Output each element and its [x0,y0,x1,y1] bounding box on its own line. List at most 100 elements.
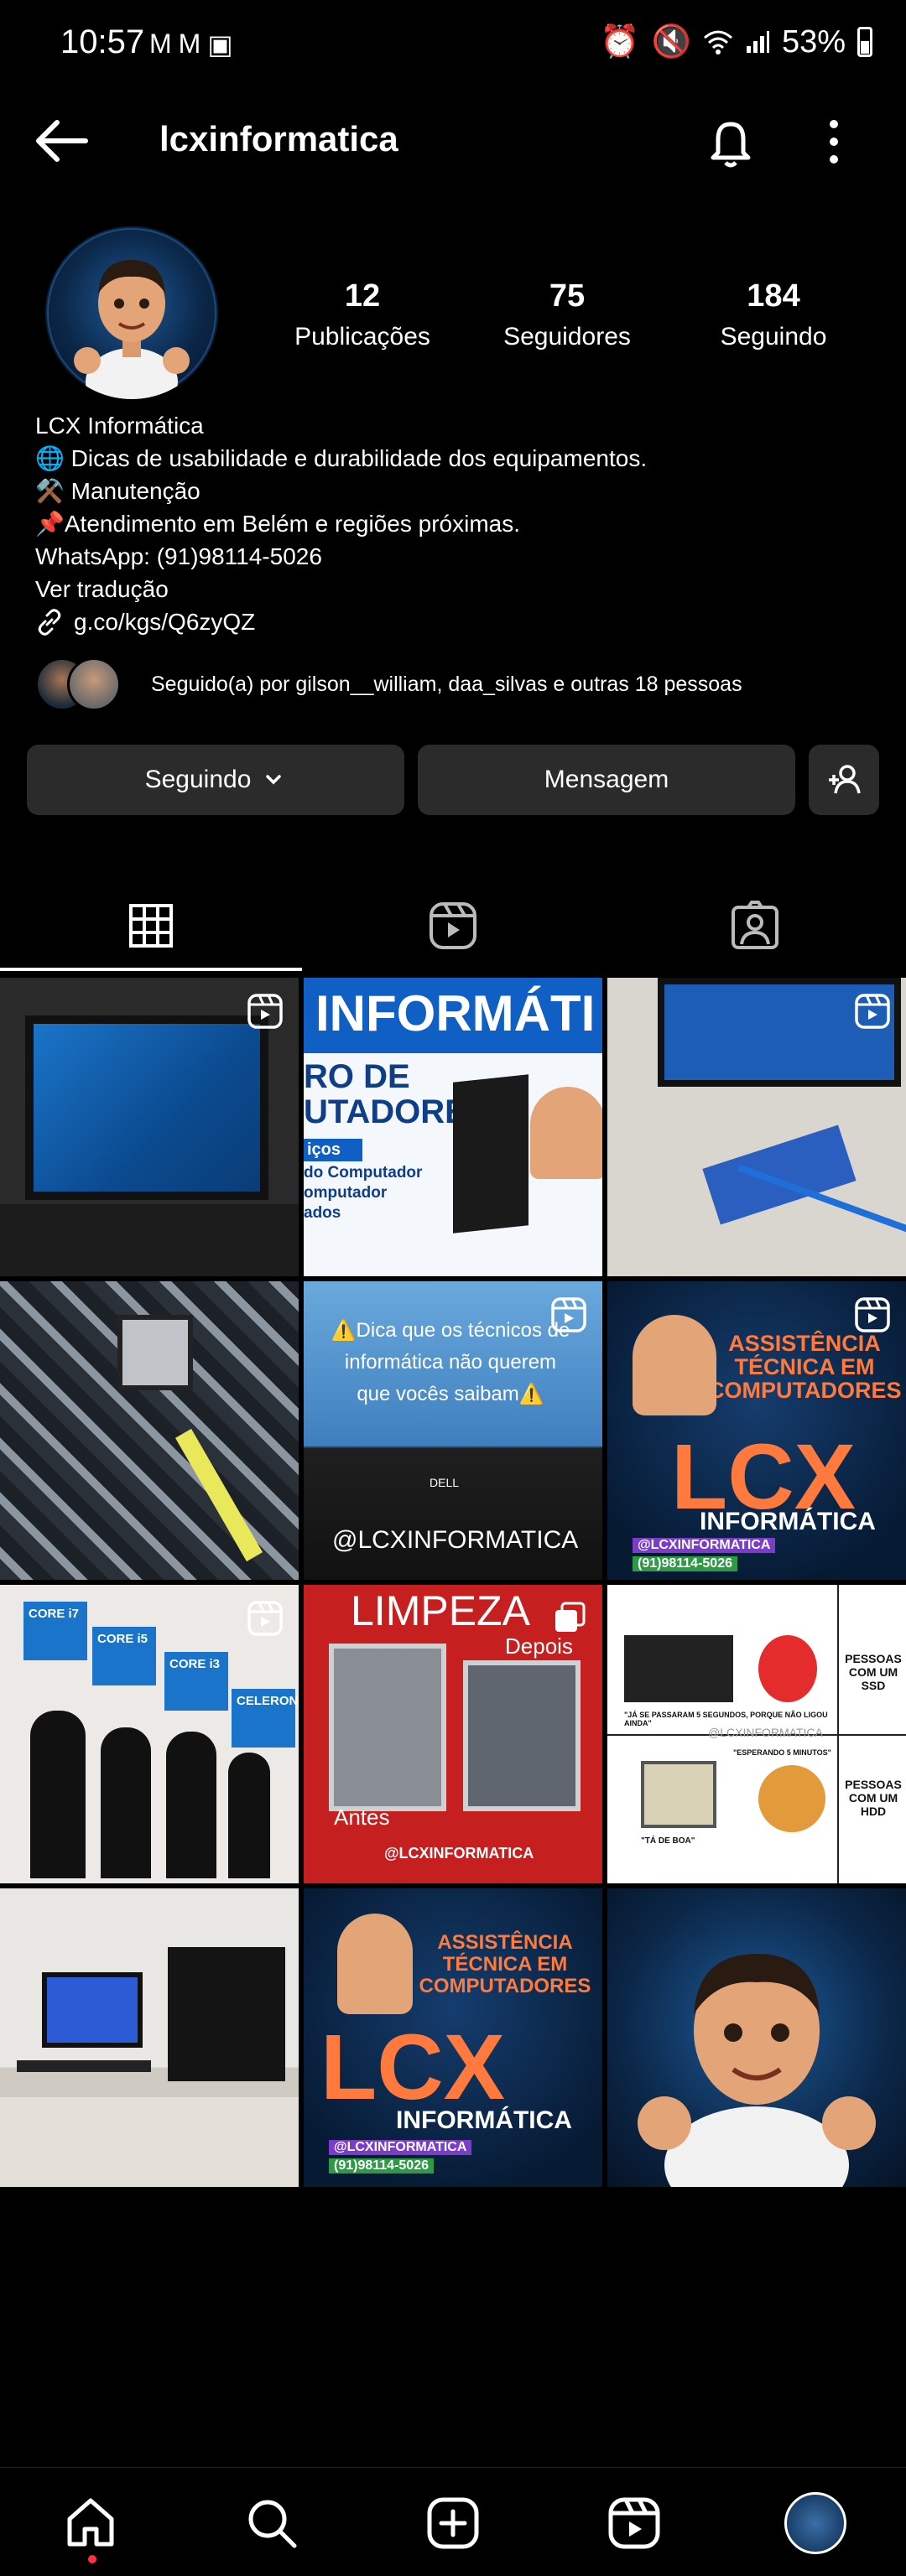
post-thumbnail[interactable]: CORE i7 CORE i5 CORE i3 CELERON [0,1585,299,1883]
post-handle: @LCXINFORMATICA [332,1526,579,1554]
tab-reels[interactable] [302,880,604,971]
brush [174,1428,263,1562]
laptop-keyboard [0,1204,299,1276]
bio-link-text[interactable]: g.co/kgs/Q6zyQZ [74,605,255,638]
post-thumbnail[interactable]: ASSISTÊNCIA TÉCNICA EM COMPUTADORES LCX … [607,1281,906,1580]
avatar-illustration [47,228,216,399]
nav-profile[interactable] [784,2491,847,2555]
post-thumbnail[interactable]: INFORMÁTI RO DE UTADORES iços do Computa… [304,978,602,1276]
post-thumbnail[interactable]: ⚠️Dica que os técnicos de informática nã… [304,1281,602,1580]
back-arrow-icon[interactable] [32,116,91,166]
post-instagram: @LCXINFORMATICA [633,1538,776,1553]
cpu-socket [117,1315,193,1390]
gmail-icon: M [178,29,201,59]
mascot [530,1087,602,1179]
person [228,1753,270,1878]
followers-label: Seguidores [503,323,631,351]
following-button[interactable]: Seguindo [27,745,404,815]
post-thumbnail[interactable]: LIMPEZA Depois Antes @LCXINFORMATICA [304,1585,602,1883]
meme-quote: "TÁ DE BOA" [641,1836,695,1846]
post-thumbnail[interactable] [0,978,299,1276]
nav-home[interactable] [59,2491,122,2555]
status-time: 10:57 [60,23,145,60]
chip-label: CORE i3 [164,1652,228,1711]
post-caption: ASSISTÊNCIA TÉCNICA EM COMPUTADORES [708,1331,902,1403]
stat-posts[interactable]: 12 Publicações [270,278,455,351]
following-button-label: Seguindo [144,766,252,793]
follower-avatar [67,657,121,711]
nav-search[interactable] [240,2491,304,2555]
carousel-badge-icon [555,1602,586,1632]
see-translation-link[interactable]: Ver tradução [35,573,874,605]
post-instagram: @LCXINFORMATICA [329,2140,472,2155]
post-logo: LCX [320,2016,505,2119]
laptop-screen [25,1015,268,1200]
post-thumbnail[interactable] [0,1281,299,1580]
pc-case-after [463,1660,581,1811]
profile-avatar [784,2492,846,2554]
posts-count: 12 [344,278,381,314]
post-caption: ados [304,1204,341,1222]
post-caption: omputador [304,1184,388,1202]
suggest-people-button[interactable] [809,745,879,815]
meme-label: PESSOAS COM UM SSD [845,1652,902,1692]
battery-icon [857,27,872,57]
post-thumbnail[interactable]: PESSOAS COM UM SSD "JÁ SE PASSARAM 5 SEG… [607,1585,906,1883]
stat-followers[interactable]: 75 Seguidores [475,278,659,351]
post-thumbnail[interactable] [607,978,906,1276]
notification-dot [88,2555,96,2563]
reel-badge-icon [247,994,283,1029]
search-icon [248,2500,297,2548]
message-button-label: Mensagem [544,766,669,793]
followers-count: 75 [549,278,586,314]
gallery-icon: ▣ [207,29,233,60]
link-icon [38,608,61,636]
bio-line: 📌Atendimento em Belém e regiões próximas… [35,511,521,537]
profile-username: lcxinformatica [159,119,398,158]
tab-grid[interactable] [0,880,302,971]
home-icon [67,2498,114,2547]
profile-bio: LCX Informática 🌐 Dicas de usabilidade e… [35,409,874,638]
meme-watermark: @LCXINFORMATICA [708,1726,823,1739]
bio-name: LCX Informática [35,413,204,439]
bottom-navigation [0,2467,906,2576]
monitor [42,1972,143,2048]
reels-icon [608,2497,660,2549]
post-caption: RO DE [304,1058,410,1095]
angry-face [758,1635,817,1702]
bio-link[interactable]: g.co/kgs/Q6zyQZ [35,605,874,638]
add-person-icon [829,765,861,794]
notification-bell-icon[interactable] [701,112,760,171]
pc-tower [453,1074,528,1233]
reel-badge-icon [247,1601,283,1636]
post-phone: (91)98114-5026 [633,1556,737,1571]
post-thumbnail[interactable]: ASSISTÊNCIA TÉCNICA EM COMPUTADORES LCX … [304,1888,602,2187]
bio-whatsapp: WhatsApp: (91)98114-5026 [35,543,322,569]
person [30,1711,86,1878]
post-thumbnail[interactable] [0,1888,299,2187]
stat-following[interactable]: 184 Seguindo [681,278,866,351]
profile-header: lcxinformatica [0,101,906,181]
post-thumbnail[interactable] [607,1888,906,2187]
chip-label: CELERON [232,1689,298,1748]
following-label: Seguindo [720,323,827,351]
nav-create[interactable] [421,2491,485,2555]
post-caption: INFORMÁTI [304,978,602,1053]
followed-by[interactable]: Seguido(a) por gilson__william, daa_silv… [35,654,742,714]
more-options-icon[interactable] [809,112,859,171]
post-subtitle: INFORMÁTICA [700,1508,876,1535]
tab-tagged[interactable] [604,880,906,971]
bio-line: 🌐 Dicas de usabilidade e durabilidade do… [35,445,648,471]
pc-setup [624,1635,733,1702]
post-caption: do Computador [304,1164,423,1182]
nav-reels[interactable] [602,2491,666,2555]
profile-avatar[interactable] [45,226,218,399]
pc-case-before [329,1644,446,1811]
post-caption: iços [304,1139,362,1161]
post-caption: ASSISTÊNCIA TÉCNICA EM COMPUTADORES [419,1931,591,1997]
profile-tabs [0,880,906,971]
pc-tower [168,1947,285,2081]
message-button[interactable]: Mensagem [418,745,795,815]
battery-percent: 53% [781,23,846,60]
wifi-icon [703,30,732,55]
